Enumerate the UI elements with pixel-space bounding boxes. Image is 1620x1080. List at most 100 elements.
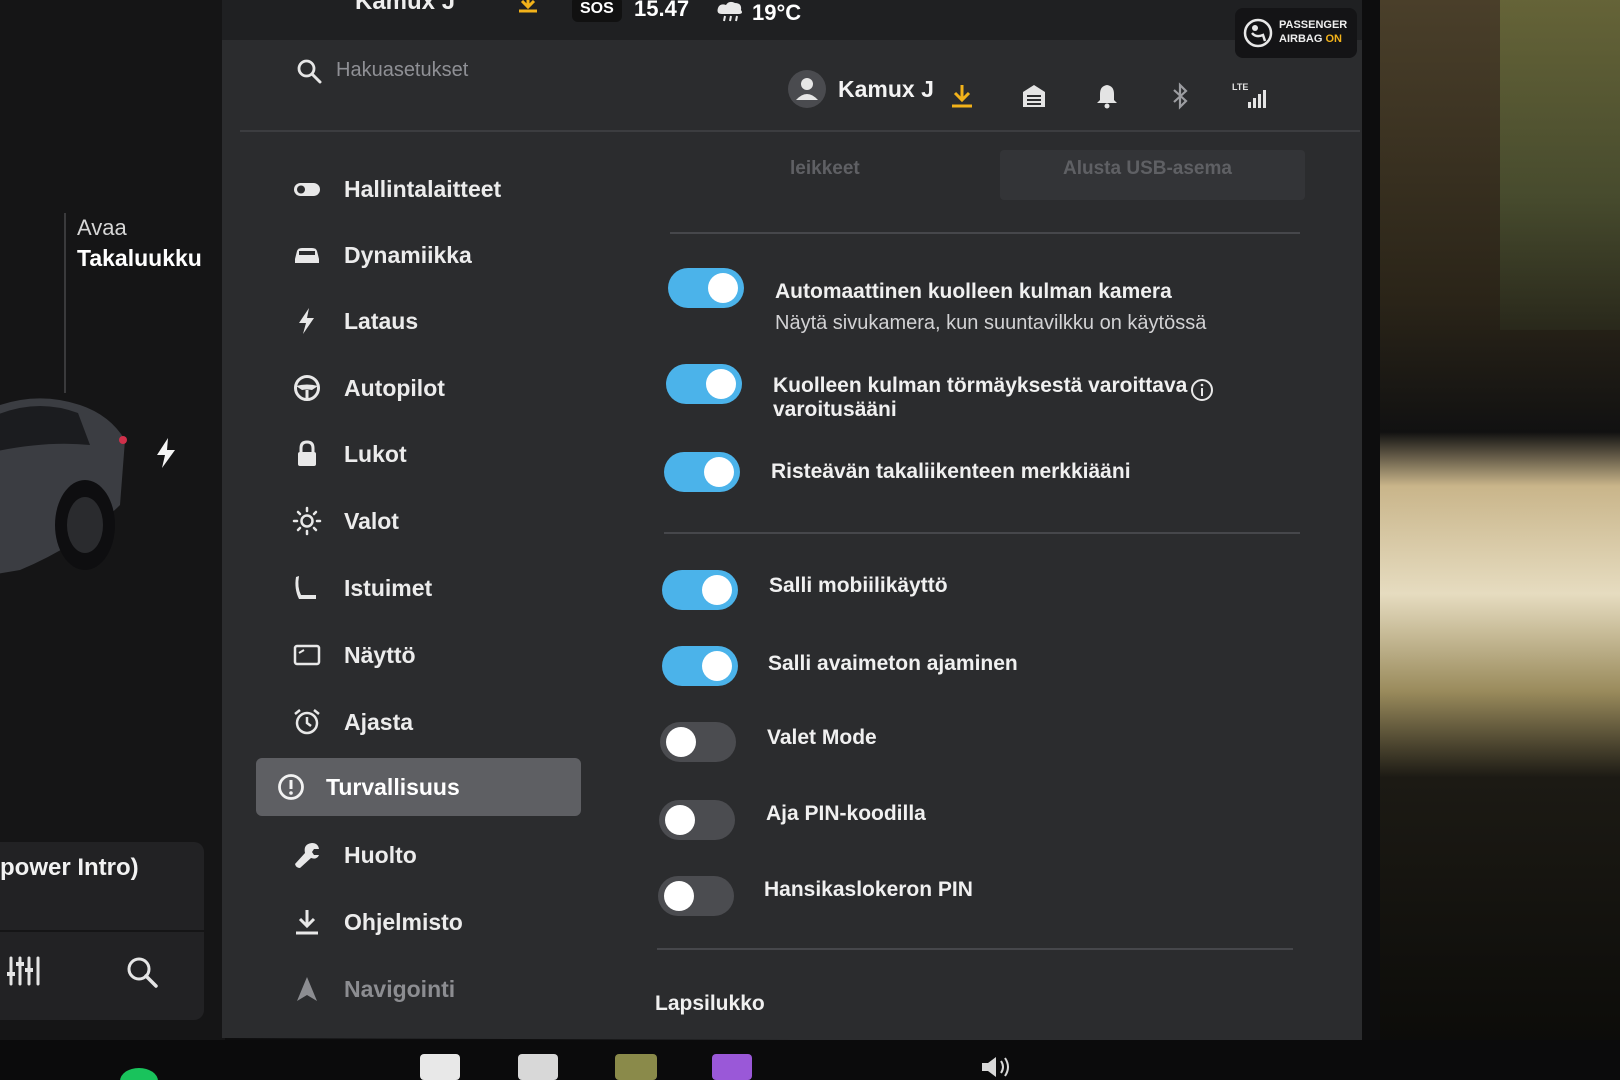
media-track-title: power Intro): [0, 854, 139, 881]
dock-app-camera-icon[interactable]: [712, 1054, 752, 1080]
toggle-rear-cross-traffic-chime[interactable]: [664, 452, 740, 492]
download-icon[interactable]: [948, 82, 976, 110]
airbag-label-line1: PASSENGER: [1279, 19, 1348, 31]
divider: [670, 232, 1300, 234]
sidebar-item-label: Valot: [344, 507, 399, 534]
option-title: Hansikaslokeron PIN: [764, 878, 973, 901]
info-icon[interactable]: [1190, 378, 1214, 402]
option-title: Salli avaimeton ajaminen: [768, 652, 1018, 675]
settings-header: Kamux J LTE: [240, 42, 1360, 132]
sidebar-item-service[interactable]: Huolto: [262, 826, 602, 884]
clock: 15.47: [634, 0, 690, 21]
sidebar-item-label: Ajasta: [344, 708, 414, 735]
toggle-knob: [664, 881, 694, 911]
weather-cloud-rain-icon: [717, 1, 742, 22]
trunk-pointer-line: [64, 213, 66, 393]
lock-icon: [298, 440, 316, 466]
sidebar-item-software[interactable]: Ohjelmisto: [262, 893, 602, 951]
toggle-valet-mode[interactable]: [660, 722, 736, 762]
garage-icon[interactable]: [1020, 82, 1048, 110]
media-search-icon[interactable]: [124, 954, 160, 990]
statusbar-download-icon[interactable]: [517, 0, 539, 14]
car-image: [0, 398, 127, 574]
option-title: Aja PIN-koodilla: [766, 802, 926, 825]
seat-icon: [295, 576, 316, 599]
media-player-card[interactable]: power Intro): [0, 842, 204, 1020]
bluetooth-icon[interactable]: [1166, 82, 1194, 110]
wrench-icon: [295, 843, 319, 868]
background-environment: [1380, 0, 1620, 1080]
trunk-label-line1: Avaa: [77, 215, 127, 240]
dock-app-toybox-icon[interactable]: [615, 1054, 657, 1080]
tab-clips[interactable]: leikkeet: [790, 158, 860, 180]
sidebar-item-charging[interactable]: Lataus: [262, 292, 602, 350]
avatar[interactable]: [788, 70, 826, 108]
child-lock-section-title: Lapsilukko: [655, 992, 765, 1015]
sidebar-item-navigation[interactable]: Navigointi: [262, 960, 602, 1018]
sidebar-item-label: Ohjelmisto: [344, 908, 463, 935]
sidebar-item-label: Dynamiikka: [344, 241, 472, 268]
outside-temperature: 19°C: [752, 0, 802, 25]
media-divider: [0, 930, 204, 932]
sos-button[interactable]: SOS: [572, 0, 622, 22]
alert-circle-icon: [278, 774, 304, 800]
app-dock: [0, 1040, 1620, 1080]
toggle-blind-spot-camera[interactable]: [668, 268, 744, 308]
charge-port-bolt-icon[interactable]: [155, 438, 177, 468]
statusbar-user-name[interactable]: Kamux J: [355, 0, 455, 16]
sidebar-item-locks[interactable]: Lukot: [262, 425, 602, 483]
signal-bars-icon: [1248, 90, 1266, 108]
open-trunk-button[interactable]: Avaa Takaluukku: [77, 213, 202, 273]
sidebar-item-label: Istuimet: [344, 574, 433, 601]
option-title-line2: varoitusääni: [773, 398, 897, 421]
car-icon: [295, 248, 319, 263]
dock-app-notes-icon[interactable]: [518, 1054, 558, 1080]
display-icon: [293, 644, 321, 666]
toggle-mobile-access[interactable]: [662, 570, 738, 610]
sidebar-item-seats[interactable]: Istuimet: [262, 559, 602, 617]
sun-icon: [292, 506, 322, 536]
bell-icon[interactable]: [1093, 82, 1121, 110]
toggle-knob: [702, 651, 732, 681]
toggle-keyless-driving[interactable]: [662, 646, 738, 686]
sidebar-item-lights[interactable]: Valot: [262, 492, 602, 550]
lte-signal-icon: LTE: [1232, 82, 1272, 110]
settings-search-input[interactable]: [336, 54, 656, 86]
driver-profile-name[interactable]: Kamux J: [838, 76, 934, 103]
equalizer-icon[interactable]: [6, 954, 40, 988]
toggle-knob: [708, 273, 738, 303]
toggle-knob: [666, 727, 696, 757]
toggle-knob: [704, 457, 734, 487]
sidebar-item-safety[interactable]: Turvallisuus: [256, 758, 581, 816]
toggle-blind-spot-chime[interactable]: [666, 364, 742, 404]
option-title: Risteävän takaliikenteen merkkiääni: [771, 460, 1131, 483]
user-icon: [796, 78, 818, 100]
steering-wheel-icon: [294, 375, 320, 401]
option-title: Kuolleen kulman törmäyksestä varoittava: [773, 374, 1188, 397]
sidebar-item-controls[interactable]: Hallintalaitteet: [262, 160, 602, 218]
sidebar-item-schedule[interactable]: Ajasta: [262, 693, 602, 751]
dock-app-spotify-icon[interactable]: [120, 1068, 158, 1080]
divider: [664, 532, 1300, 534]
option-title: Salli mobiilikäyttö: [769, 574, 948, 597]
download-icon: [296, 910, 318, 935]
bolt-icon: [299, 308, 314, 334]
sidebar-item-dynamics[interactable]: Dynamiikka: [262, 226, 602, 284]
toggle-pin-to-drive[interactable]: [659, 800, 735, 840]
tab-format-usb[interactable]: Alusta USB-asema: [1063, 158, 1232, 180]
sidebar-item-label: Turvallisuus: [326, 773, 460, 800]
sidebar-item-label: Lataus: [344, 307, 419, 334]
volume-icon[interactable]: [978, 1054, 1018, 1080]
sidebar-item-display[interactable]: Näyttö: [262, 626, 602, 684]
option-subtitle: Näytä sivukamera, kun suuntavilkku on kä…: [775, 312, 1207, 334]
toggle-knob: [702, 575, 732, 605]
navigation-icon: [297, 977, 317, 1001]
sidebar-item-autopilot[interactable]: Autopilot: [262, 359, 602, 417]
toggle-glovebox-pin[interactable]: [658, 876, 734, 916]
dock-app-calendar-icon[interactable]: [420, 1054, 460, 1080]
sidebar-item-label: Huolto: [344, 841, 417, 868]
sidebar-item-label: Navigointi: [344, 975, 456, 1002]
trunk-label-line2: Takaluukku: [77, 245, 202, 271]
sidebar-item-label: Näyttö: [344, 641, 416, 668]
divider: [657, 948, 1293, 950]
